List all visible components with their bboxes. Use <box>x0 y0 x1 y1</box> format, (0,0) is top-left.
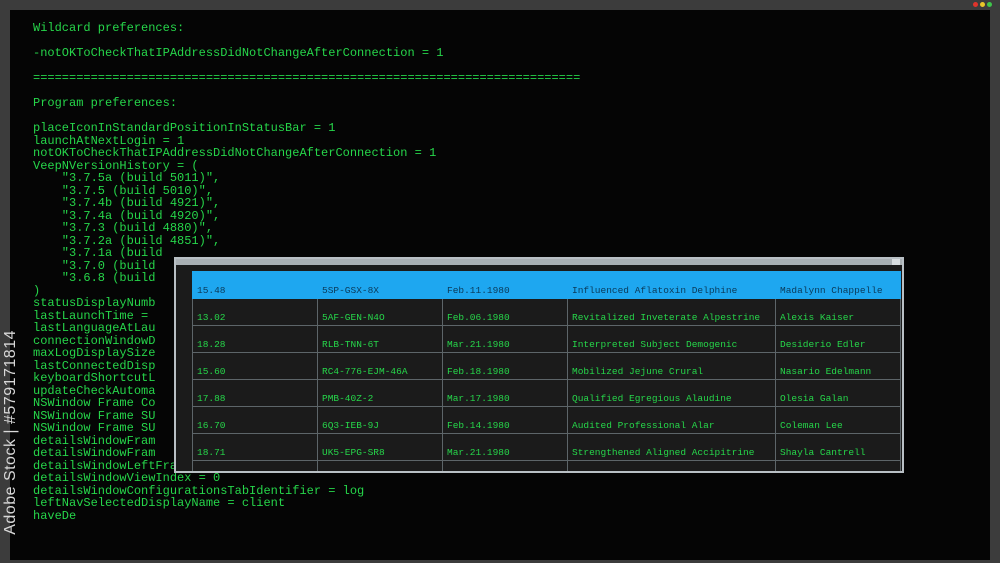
cell-date: Mar.17.1980 <box>442 379 568 407</box>
cell-name: Coleman Lee <box>775 406 901 434</box>
table-row[interactable]: 13.02 5AF-GEN-N4O Feb.06.1980 Revitalized I… <box>192 298 901 326</box>
cell-phrase: Audited Professional Alar <box>567 406 776 434</box>
cell-phrase: Revitalized Inveterate Alpestrine <box>567 298 776 326</box>
cell-phrase: Influenced Aflatoxin Delphine <box>567 271 776 299</box>
cell-date: Mar.19.1980 <box>442 460 568 471</box>
cell-value: 16.70 <box>192 406 318 434</box>
horizontal-scrollbar[interactable] <box>176 259 902 265</box>
table-row[interactable]: 17.935Z5-AFG-ENN-40XMar.19.1980Streamlin… <box>192 460 901 471</box>
table-row[interactable]: 18.71 UK5-EPG-SR8 Mar.21.1980 Strengthened … <box>192 433 901 461</box>
cell-name: Madalynn Chappelle <box>775 271 901 299</box>
cell-phrase: Strengthened Aligned Accipitrine <box>567 433 776 461</box>
cell-code: 6Q3-IEB-9J <box>317 406 443 434</box>
terminal-window[interactable]: Wildcard preferences: -notOKToCheckThatI… <box>10 10 990 560</box>
scroll-arrow-icon[interactable] <box>892 259 900 265</box>
cell-phrase: Mobilized Jejune Crural <box>567 352 776 380</box>
cell-code: RC4-776-EJM-46A <box>317 352 443 380</box>
screen-frame: Wildcard preferences: -notOKToCheckThatI… <box>0 0 1000 563</box>
table-row[interactable]: 18.28 RLB-TNN-6T Mar.21.1980 Interpreted Su… <box>192 325 901 353</box>
cell-date: Feb.14.1980 <box>442 406 568 434</box>
cell-value: 13.02 <box>192 298 318 326</box>
data-table: 15.48 5SP-GSX-8X Feb.11.1980 Influenced Afl… <box>192 271 901 471</box>
cell-value: 17.93 <box>192 460 318 471</box>
cell-code: PMB-40Z-2 <box>317 379 443 407</box>
cell-value: 15.48 <box>192 271 318 299</box>
cell-value: 18.28 <box>192 325 318 353</box>
cell-phrase: Qualified Egregious Alaudine <box>567 379 776 407</box>
cell-code: 5Z5-AFG-ENN-40X <box>317 460 443 471</box>
minimize-dot-icon[interactable] <box>980 2 985 7</box>
cell-name: Olesia Galan <box>775 379 901 407</box>
zoom-dot-icon[interactable] <box>987 2 992 7</box>
close-dot-icon[interactable] <box>973 2 978 7</box>
cell-name: Alexis Kaiser <box>775 298 901 326</box>
cell-name: Clemence Charland <box>775 460 901 471</box>
cell-date: Mar.21.1980 <box>442 325 568 353</box>
side-watermark: Adobe Stock | #579171814 <box>2 330 19 535</box>
table-row[interactable]: 15.60 RC4-776-EJM-46A Feb.18.1980 Mobilized… <box>192 352 901 380</box>
cell-date: Feb.11.1980 <box>442 271 568 299</box>
cell-code: RLB-TNN-6T <box>317 325 443 353</box>
table-row[interactable]: 15.48 5SP-GSX-8X Feb.11.1980 Influenced Afl… <box>192 271 901 299</box>
cell-code: UK5-EPG-SR8 <box>317 433 443 461</box>
cell-code: 5AF-GEN-N4O <box>317 298 443 326</box>
cell-date: Mar.21.1980 <box>442 433 568 461</box>
cell-phrase: Interpreted Subject Demogenic <box>567 325 776 353</box>
window-controls <box>973 2 992 7</box>
cell-value: 17.88 <box>192 379 318 407</box>
cell-name: Shayla Cantrell <box>775 433 901 461</box>
table-row[interactable]: 17.88 PMB-40Z-2 Mar.17.1980 Qualified Egreg… <box>192 379 901 407</box>
cell-name: Nasario Edelmann <box>775 352 901 380</box>
cell-value: 15.60 <box>192 352 318 380</box>
cell-date: Feb.06.1980 <box>442 298 568 326</box>
table-row[interactable]: 16.70 6Q3-IEB-9J Feb.14.1980 Audited Profes… <box>192 406 901 434</box>
data-grid-popup[interactable]: 15.48 5SP-GSX-8X Feb.11.1980 Influenced Afl… <box>174 257 904 473</box>
cell-value: 18.71 <box>192 433 318 461</box>
cell-phrase: Streamlined Quasi Cypseline <box>567 460 776 471</box>
cell-name: Desiderio Edler <box>775 325 901 353</box>
cell-date: Feb.18.1980 <box>442 352 568 380</box>
cell-code: 5SP-GSX-8X <box>317 271 443 299</box>
